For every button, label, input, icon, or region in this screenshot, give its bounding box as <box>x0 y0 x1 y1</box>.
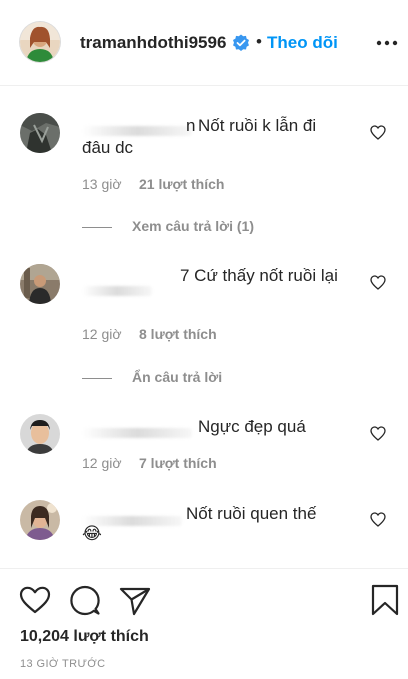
comment-time: 12 giờ <box>82 326 122 342</box>
follow-button[interactable]: Theo dõi <box>267 33 338 53</box>
blurred-username <box>82 286 152 296</box>
comment-time: 13 giờ <box>82 176 122 192</box>
post-header: tramanhdothi9596 • Theo dõi <box>0 0 408 86</box>
commenter-avatar[interactable] <box>20 113 60 153</box>
like-comment-heart-icon[interactable] <box>370 512 386 527</box>
blurred-username <box>82 428 192 438</box>
laughing-emoji-icon: 😂 <box>82 524 102 543</box>
share-icon[interactable] <box>119 586 151 616</box>
view-replies-button[interactable]: Xem câu trả lời (1) <box>82 218 254 234</box>
username-link[interactable]: tramanhdothi9596 <box>80 33 226 53</box>
blurred-username <box>82 126 192 136</box>
post-timestamp: 13 GIỜ TRƯỚC <box>20 658 106 670</box>
like-comment-heart-icon[interactable] <box>370 125 386 140</box>
more-options-icon[interactable] <box>376 40 398 46</box>
replies-line <box>82 377 112 379</box>
comment-prefix: n <box>186 116 196 135</box>
comment-likes[interactable]: 7 lượt thích <box>139 455 217 471</box>
comment-text: Ngực đẹp quá <box>198 417 306 436</box>
post-likes-count[interactable]: 10,204 lượt thích <box>20 628 149 646</box>
like-comment-heart-icon[interactable] <box>370 426 386 441</box>
replies-line <box>82 226 112 228</box>
hide-replies-label: Ẩn câu trả lời <box>132 369 223 385</box>
comment-text: Nốt ruồi k lẫn đi <box>198 116 317 135</box>
separator-dot: • <box>256 32 262 51</box>
comment-likes[interactable]: 8 lượt thích <box>139 326 217 342</box>
commenter-avatar[interactable] <box>20 500 60 540</box>
profile-avatar[interactable] <box>20 22 60 62</box>
hide-replies-button[interactable]: Ẩn câu trả lời <box>82 369 222 385</box>
verified-badge-icon <box>233 34 249 51</box>
commenter-avatar[interactable] <box>20 264 60 304</box>
comment-text: 7 Cứ thấy nốt ruồi lại <box>180 266 338 285</box>
commenter-avatar[interactable] <box>20 414 60 454</box>
heart-icon[interactable] <box>19 586 51 614</box>
comment-icon[interactable] <box>69 585 101 617</box>
comment-text: Nốt ruồi quen thế <box>186 504 317 523</box>
view-replies-label: Xem câu trả lời (1) <box>132 218 254 234</box>
bookmark-icon[interactable] <box>371 584 399 616</box>
comment-likes[interactable]: 21 lượt thích <box>139 176 224 192</box>
like-comment-heart-icon[interactable] <box>370 275 386 290</box>
comment-time: 12 giờ <box>82 455 122 471</box>
comment-text-continued: đâu dc <box>82 138 134 157</box>
